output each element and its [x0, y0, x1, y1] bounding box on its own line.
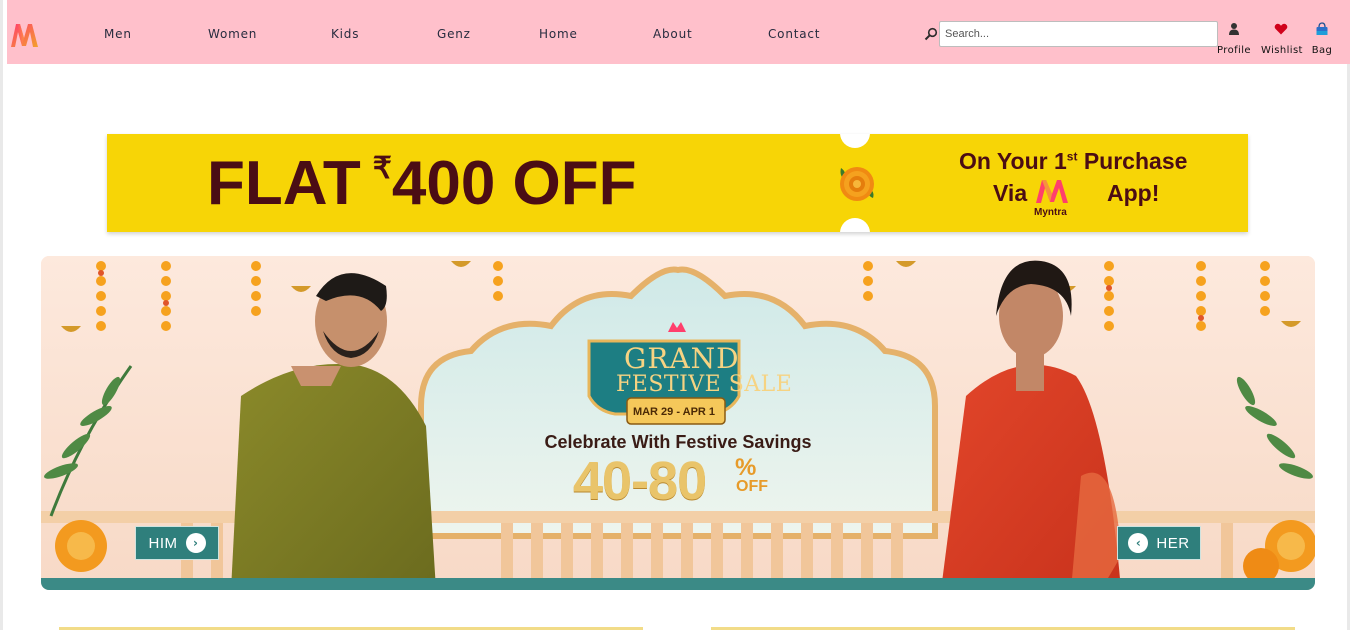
- wishlist-button[interactable]: Wishlist: [1261, 21, 1303, 57]
- myntra-logo[interactable]: [9, 20, 41, 50]
- hero-off: OFF: [736, 478, 768, 495]
- hero-sale-dates: MAR 29 - APR 1: [632, 406, 716, 418]
- heart-icon: [1274, 23, 1288, 35]
- myntra-app-logo: [1036, 180, 1068, 203]
- promo-banner[interactable]: FLAT ₹400 OFF On Your 1st Purchase Via My…: [107, 134, 1248, 232]
- bag-label: Bag: [1311, 45, 1333, 56]
- nav-link-contact[interactable]: Contact: [768, 27, 820, 41]
- ticket-notch-top: [840, 134, 870, 148]
- promo-via: Via: [993, 180, 1028, 206]
- navbar: Men Women Kids Genz Home About Contact P…: [7, 0, 1350, 64]
- chevron-left-icon: ‹: [1128, 533, 1149, 553]
- nav-link-about[interactable]: About: [653, 27, 692, 41]
- promo-line1-sup: st: [1066, 149, 1078, 164]
- nav-link-women[interactable]: Women: [208, 27, 257, 41]
- myntra-caption: Myntra: [1034, 207, 1067, 218]
- hero-banner[interactable]: GRAND FESTIVE SALE MAR 29 - APR 1 Celebr…: [41, 256, 1315, 590]
- nav-link-home[interactable]: Home: [539, 27, 578, 41]
- promo-first-purchase: On Your 1st Purchase: [959, 148, 1187, 175]
- profile-button[interactable]: Profile: [1217, 21, 1251, 57]
- hero-title-festive-sale: FESTIVE SALE: [616, 372, 793, 397]
- search-icon[interactable]: [924, 27, 938, 41]
- profile-icon: [1229, 23, 1239, 35]
- shop-her-label: HER: [1156, 534, 1190, 552]
- promo-line1-pre: On Your 1: [959, 148, 1067, 174]
- hero-discount: 40-80: [573, 451, 707, 511]
- hero-title-grand: GRAND: [624, 342, 740, 375]
- nav-link-kids[interactable]: Kids: [331, 27, 359, 41]
- ticket-notch-bottom: [840, 218, 870, 232]
- shop-him-button[interactable]: HIM ›: [135, 526, 219, 560]
- chevron-right-icon: ›: [185, 533, 206, 553]
- bag-icon: [1316, 22, 1328, 35]
- shop-her-button[interactable]: ‹ HER: [1117, 526, 1201, 560]
- search-input[interactable]: [939, 21, 1218, 47]
- promo-amount: 400 OFF: [391, 149, 637, 218]
- promo-headline: FLAT ₹400 OFF: [207, 148, 637, 219]
- nav-link-men[interactable]: Men: [104, 27, 132, 41]
- shop-him-label: HIM: [148, 534, 178, 552]
- promo-line1-post: Purchase: [1077, 148, 1188, 174]
- promo-flat-text: FLAT: [207, 149, 361, 218]
- promo-app-text: App!: [1107, 180, 1160, 206]
- marigold-flower-icon: [840, 167, 874, 201]
- page: Men Women Kids Genz Home About Contact P…: [0, 0, 1350, 630]
- profile-label: Profile: [1217, 45, 1251, 56]
- nav-link-genz[interactable]: Genz: [437, 27, 471, 41]
- bag-button[interactable]: Bag: [1309, 21, 1335, 57]
- rupee-symbol: ₹: [372, 152, 392, 185]
- wishlist-label: Wishlist: [1261, 45, 1303, 56]
- hero-footer-strip: [41, 578, 1315, 590]
